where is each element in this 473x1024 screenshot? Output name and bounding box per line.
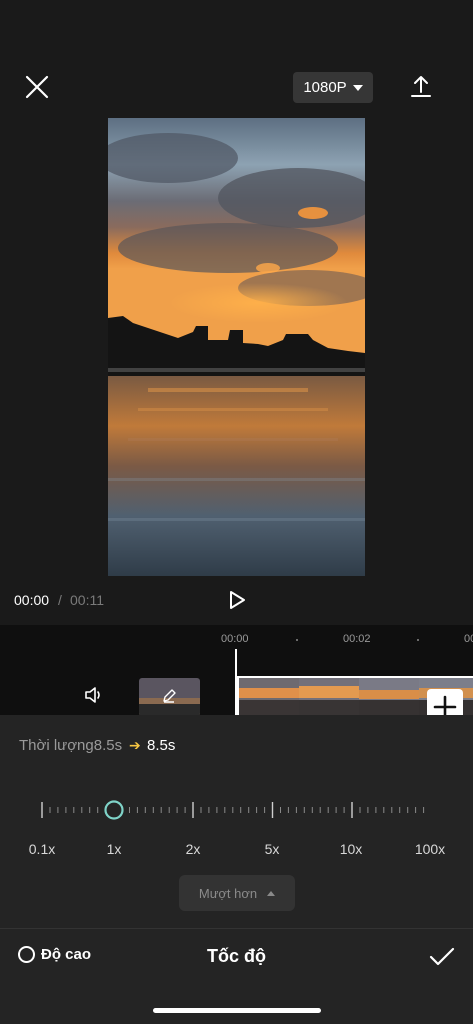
play-icon <box>230 591 245 609</box>
playhead[interactable] <box>235 649 237 715</box>
caret-up-icon <box>267 890 276 896</box>
smooth-label: Mượt hơn <box>198 885 258 901</box>
checkmark-icon <box>429 947 455 966</box>
preview-image <box>108 118 365 576</box>
speed-panel: Thời lượng8.5s ➔ 8.5s 0.1x 1x 2x 5x 10x … <box>0 715 473 1024</box>
slider-knob[interactable] <box>104 800 124 820</box>
speaker-icon <box>85 687 100 703</box>
ruler-label: 00:00 <box>221 633 249 645</box>
confirm-button[interactable] <box>428 945 456 969</box>
add-clip-button[interactable] <box>427 689 463 715</box>
plus-icon <box>433 695 457 715</box>
pencil-icon <box>163 689 176 703</box>
export-icon <box>411 76 431 97</box>
tick-label: 10x <box>339 841 363 857</box>
ruler-label: 00:02 <box>343 633 371 645</box>
new-duration: 8.5s <box>147 737 176 754</box>
close-button[interactable] <box>22 72 52 102</box>
home-indicator <box>153 1008 321 1013</box>
ruler-dot <box>417 639 419 641</box>
duration-label: Thời lượng8.5s <box>19 737 123 754</box>
tick-label: 2x <box>185 841 201 857</box>
timeline[interactable]: 00:00 00:02 00:0 <box>0 625 473 715</box>
tick-label: 5x <box>264 841 280 857</box>
cover-edit-button[interactable] <box>139 678 200 715</box>
tick-label: 1x <box>106 841 122 857</box>
tick-label: 0.1x <box>28 841 56 857</box>
slider-ticks <box>41 802 425 818</box>
current-time: 00:00 <box>14 592 50 608</box>
divider <box>0 928 473 929</box>
tick-label: 100x <box>414 841 446 857</box>
play-button[interactable] <box>225 588 249 612</box>
mute-button[interactable] <box>82 683 106 707</box>
speed-slider[interactable] <box>0 795 473 825</box>
caret-down-icon <box>352 84 363 91</box>
resolution-dropdown[interactable]: 1080P <box>293 72 373 103</box>
close-icon <box>25 75 49 99</box>
arrow-right-icon: ➔ <box>129 737 141 753</box>
time-separator: / <box>58 592 62 608</box>
resolution-label: 1080P <box>303 79 347 96</box>
ruler-dot <box>296 639 298 641</box>
total-time: 00:11 <box>70 592 104 608</box>
export-button[interactable] <box>406 72 436 102</box>
smooth-option-button[interactable]: Mượt hơn <box>179 875 295 911</box>
video-preview[interactable] <box>108 118 365 576</box>
ruler-label: 00:0 <box>464 633 473 645</box>
panel-title: Tốc độ <box>207 946 266 966</box>
